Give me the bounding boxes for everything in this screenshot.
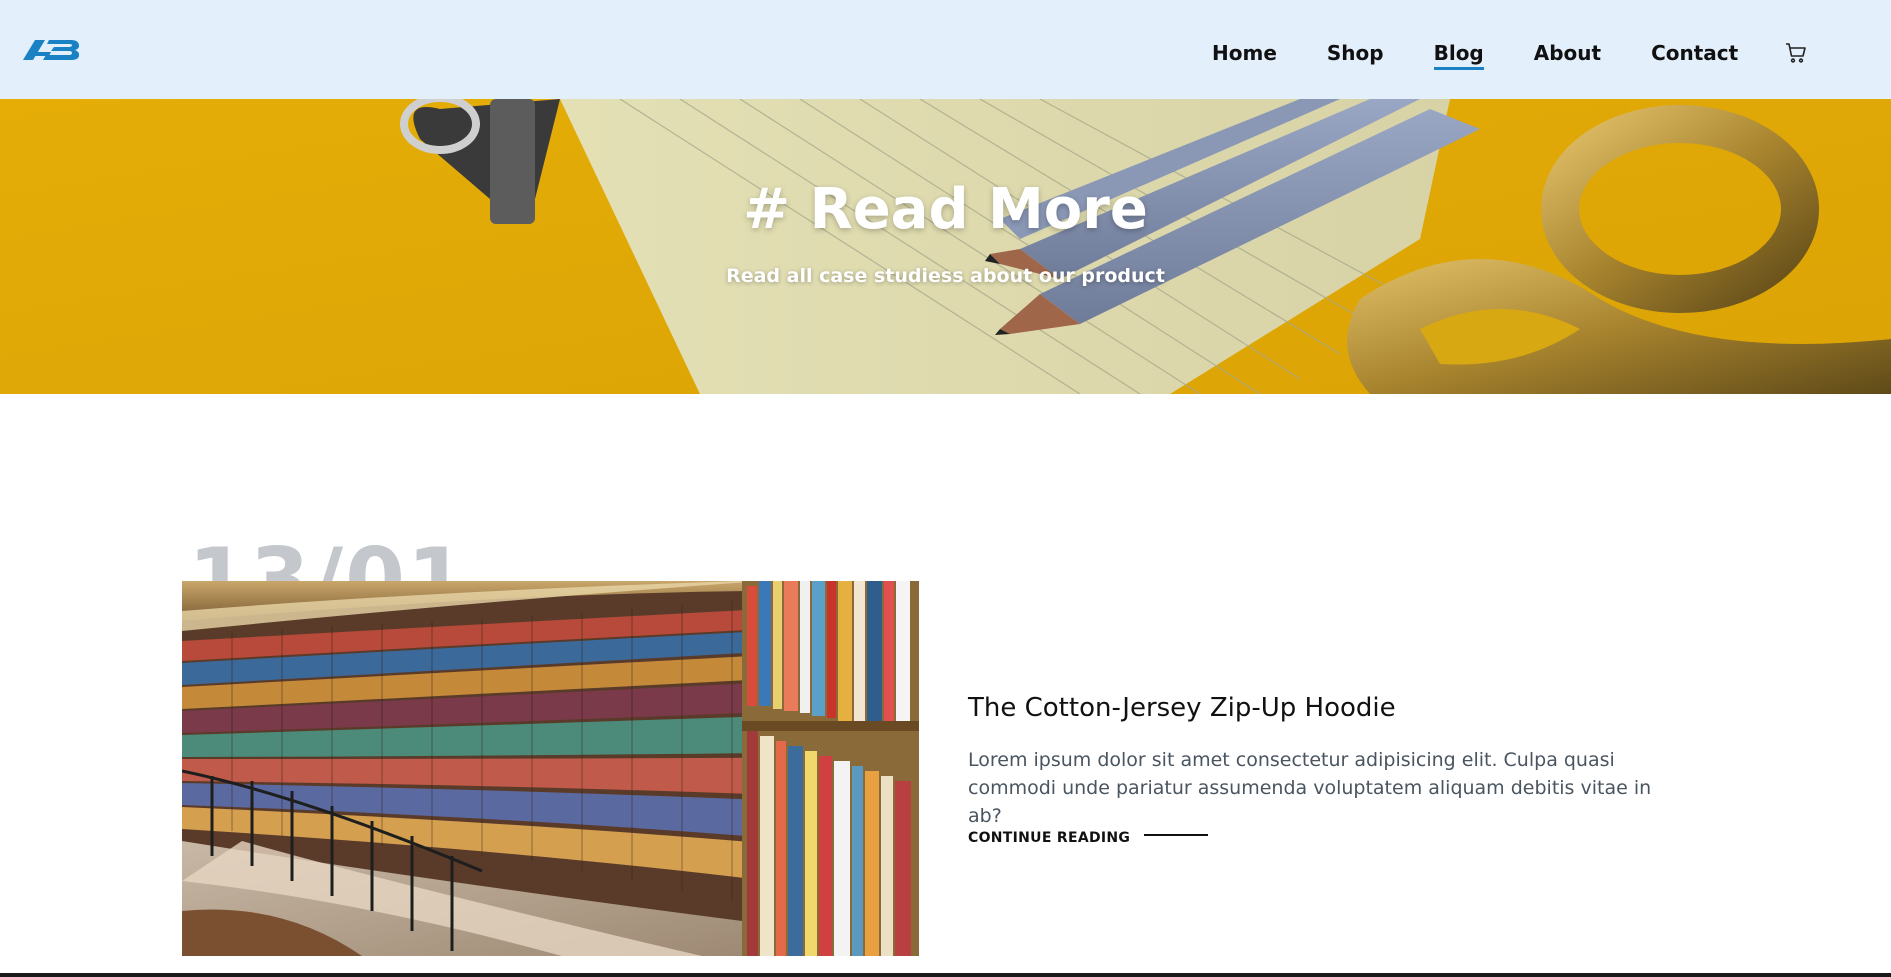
post-excerpt: Lorem ipsum dolor sit amet consectetur a… [968,749,1652,827]
post-date: 13/01 [188,530,469,581]
hero-subtitle: Read all case studiess about our product [726,265,1165,287]
continue-reading-label: CONTINUE READING [968,830,1131,846]
nav-blog[interactable]: Blog [1433,38,1484,70]
cart-icon[interactable] [1784,41,1808,65]
nav-home[interactable]: Home [1212,38,1277,68]
bottom-divider [0,973,1891,977]
nav-about[interactable]: About [1534,38,1601,68]
nav-shop[interactable]: Shop [1327,38,1384,68]
site-header: Home Shop Blog About Contact [0,0,1891,99]
continue-reading-link[interactable]: CONTINUE READING [968,830,1209,846]
continue-reading-underline [1144,834,1209,836]
main-nav: Home Shop Blog About Contact [1212,38,1808,70]
library-bookshelf-image [182,581,919,956]
hero-title: # Read More [743,177,1148,242]
post-title[interactable]: The Cotton-Jersey Zip-Up Hoodie [968,693,1396,723]
hero-banner: # Read More Read all case studiess about… [0,99,1891,394]
post-image[interactable] [182,581,919,956]
hero-background-image [0,99,1891,394]
nav-contact[interactable]: Contact [1651,38,1738,68]
logo-icon[interactable] [21,36,81,62]
